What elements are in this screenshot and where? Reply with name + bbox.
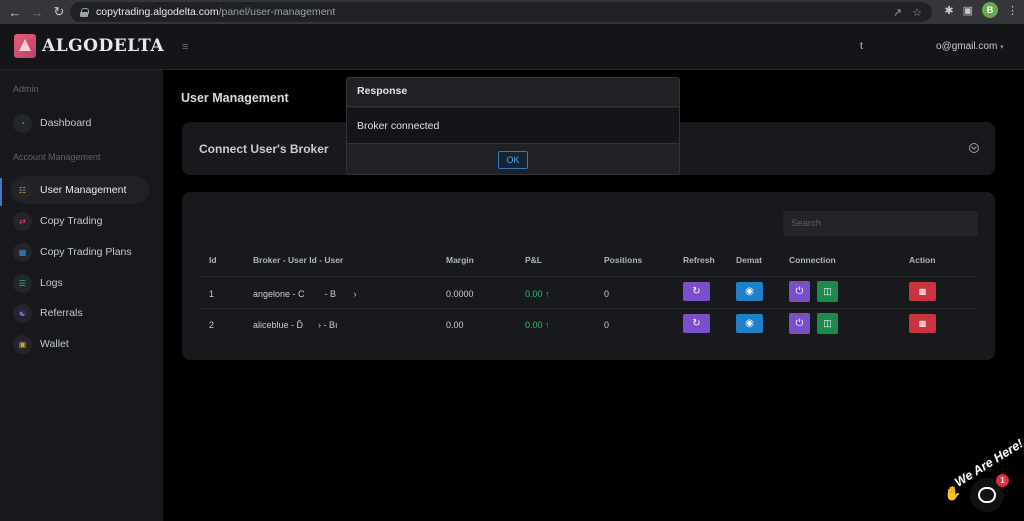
url-path: /panel/user-management	[218, 6, 336, 18]
profile-avatar[interactable]: B	[982, 2, 998, 18]
refresh-icon: ↻	[692, 286, 701, 297]
chevron-down-icon: ▾	[1000, 44, 1004, 51]
modal-message: Broker connected	[347, 108, 679, 144]
cell-margin: 0.0000	[446, 289, 474, 299]
waving-hand-icon: ✋	[944, 485, 962, 501]
refresh-icon: ↻	[692, 318, 701, 329]
sidebar-item-wallet[interactable]: ▣ Wallet	[10, 330, 149, 358]
ok-button[interactable]: OK	[498, 151, 528, 169]
sidebar-heading-admin: Admin	[13, 84, 39, 94]
link-icon: ◫	[823, 318, 832, 328]
reload-icon[interactable]: ↻	[48, 1, 70, 23]
column-header-broker: Broker - User Id - User	[253, 255, 344, 265]
column-header-refresh: Refresh	[683, 255, 715, 265]
broker-link-button[interactable]: ◫	[817, 281, 838, 302]
sidebar-item-label: Referrals	[40, 307, 83, 319]
eye-icon: ◉	[745, 286, 754, 297]
column-header-pnl: P&L	[525, 255, 542, 265]
cell-positions: 0	[604, 320, 610, 330]
demat-view-button[interactable]: ◉	[736, 314, 763, 333]
delete-button[interactable]: ▩	[909, 282, 936, 301]
cell-id: 1	[209, 289, 215, 299]
logo-text: ALGODELTA	[42, 36, 165, 56]
cell-broker: angelone - C - B ›	[253, 289, 357, 299]
demat-view-button[interactable]: ◉	[736, 282, 763, 301]
trash-icon: ▩	[918, 287, 927, 296]
sidebar-item-label: Copy Trading	[40, 215, 103, 227]
sidebar-item-label: User Management	[40, 184, 127, 196]
sidebar: Admin ◔ Dashboard Account Management ☷ U…	[0, 70, 163, 521]
modal-title: Response	[347, 78, 679, 107]
browser-menu-icon[interactable]: ⋮	[1007, 4, 1018, 17]
user-menu[interactable]: o@gmail.com ▾	[936, 41, 1004, 52]
power-icon: ⏻	[795, 318, 804, 329]
users-table-card: Id Broker - User Id - User Margin P&L Po…	[182, 192, 995, 360]
hamburger-menu-icon[interactable]: ≡	[182, 41, 188, 53]
chat-unread-badge: 1	[996, 474, 1009, 487]
collapse-icon[interactable]	[969, 143, 979, 153]
gauge-icon: ◔	[13, 113, 32, 133]
trash-icon: ▩	[918, 319, 927, 328]
referrals-icon: ☯	[13, 303, 32, 323]
search-input[interactable]	[783, 211, 978, 236]
column-header-id: Id	[209, 255, 217, 265]
logs-icon: ☰	[13, 273, 32, 293]
column-header-positions: Positions	[604, 255, 643, 265]
sidebar-item-copy-trading[interactable]: ⇄ Copy Trading	[10, 207, 149, 235]
sidebar-item-dashboard[interactable]: ◔ Dashboard	[10, 109, 149, 137]
refresh-button[interactable]: ↻	[683, 282, 710, 301]
sidebar-item-logs[interactable]: ☰ Logs	[10, 269, 149, 297]
connect-power-button[interactable]: ⏻	[789, 313, 810, 334]
cell-id: 2	[209, 320, 215, 330]
copy-icon: ⇄	[13, 211, 32, 231]
row-divider	[200, 308, 977, 309]
sidebar-item-label: Copy Trading Plans	[40, 246, 132, 258]
delete-button[interactable]: ▩	[909, 314, 936, 333]
users-icon: ☷	[13, 180, 32, 200]
page-title: User Management	[181, 91, 289, 105]
column-header-margin: Margin	[446, 255, 474, 265]
extensions-icon[interactable]: ✱	[944, 4, 953, 17]
forward-icon[interactable]: →	[26, 1, 48, 23]
active-indicator	[0, 178, 2, 206]
column-header-connection: Connection	[789, 255, 836, 265]
cell-pnl: 0.00 ↑	[525, 320, 550, 330]
column-header-demat: Demat	[736, 255, 762, 265]
connect-power-button[interactable]: ⏻	[789, 281, 810, 302]
wallet-icon: ▣	[13, 334, 32, 354]
sidebar-heading-account-management: Account Management	[13, 152, 101, 162]
broker-link-button[interactable]: ◫	[817, 313, 838, 334]
sidepanel-icon[interactable]: ▣	[963, 4, 973, 17]
app-header: ALGODELTA ≡ t o@gmail.com ▾	[0, 24, 1024, 70]
power-icon: ⏻	[795, 286, 804, 297]
browser-toolbar: ← → ↻ copytrading.algodelta.com/panel/us…	[0, 0, 1024, 24]
url-host: copytrading.algodelta.com	[96, 6, 219, 18]
sidebar-item-label: Wallet	[40, 338, 69, 350]
logo-icon	[14, 34, 36, 58]
row-divider	[200, 276, 977, 277]
sidebar-item-label: Dashboard	[40, 117, 92, 129]
link-icon: ◫	[823, 286, 832, 296]
logo[interactable]: ALGODELTA	[14, 34, 164, 58]
user-name: t	[860, 41, 863, 52]
connect-card-title: Connect User's Broker	[199, 142, 329, 156]
sidebar-item-copy-trading-plans[interactable]: ▦ Copy Trading Plans	[10, 238, 149, 266]
cell-positions: 0	[604, 289, 610, 299]
sidebar-item-label: Logs	[40, 277, 63, 289]
lock-icon	[80, 7, 89, 17]
back-icon[interactable]: ←	[4, 1, 26, 23]
eye-icon: ◉	[745, 318, 754, 329]
sidebar-item-referrals[interactable]: ☯ Referrals	[10, 299, 149, 327]
refresh-button[interactable]: ↻	[683, 314, 710, 333]
response-modal: Response Broker connected OK	[346, 77, 680, 175]
cell-broker: aliceblue - Ď › - Bı	[253, 320, 338, 330]
user-email: o@gmail.com	[936, 41, 998, 52]
chat-bubble-icon	[978, 487, 996, 503]
column-header-action: Action	[909, 255, 936, 265]
plans-icon: ▦	[13, 242, 32, 262]
sidebar-item-user-management[interactable]: ☷ User Management	[10, 176, 149, 204]
address-bar[interactable]: copytrading.algodelta.com/panel/user-man…	[70, 2, 932, 22]
cell-margin: 0.00	[446, 320, 464, 330]
cell-pnl: 0.00 ↑	[525, 289, 550, 299]
